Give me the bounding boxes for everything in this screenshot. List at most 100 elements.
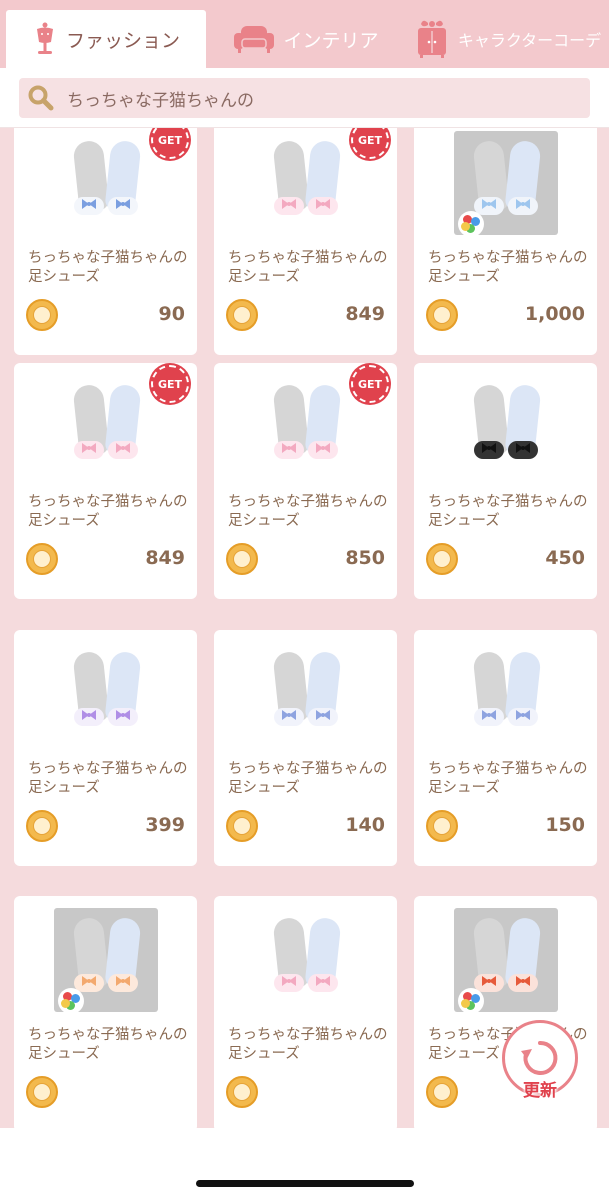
- item-price: 140: [345, 814, 385, 836]
- tab-character-coordinate[interactable]: キャラクターコーデ: [406, 10, 609, 68]
- item-name: ちっちゃな子猫ちゃんの足シューズ: [28, 250, 188, 285]
- coin-icon: [226, 543, 258, 575]
- coin-icon: [226, 810, 258, 842]
- item-thumbnail: [254, 375, 358, 479]
- refresh-label: 更新: [523, 1081, 557, 1101]
- item-card[interactable]: ちっちゃな子猫ちゃんの足シューズ 1,000: [414, 128, 597, 355]
- item-thumbnail: [54, 375, 158, 479]
- item-name: ちっちゃな子猫ちゃんの足シューズ: [428, 761, 588, 796]
- bow-icon: [82, 199, 96, 209]
- bow-icon: [316, 199, 330, 209]
- item-card[interactable]: GET ちっちゃな子猫ちゃんの足シューズ 849: [214, 128, 397, 355]
- item-card[interactable]: ちっちゃな子猫ちゃんの足シューズ 399: [14, 630, 197, 866]
- item-thumbnail: [54, 131, 158, 235]
- tab-interior[interactable]: インテリア: [206, 10, 406, 68]
- search-input[interactable]: ちっちゃな子猫ちゃんの: [19, 78, 590, 118]
- get-badge: GET: [351, 365, 389, 403]
- search-icon: [28, 85, 54, 111]
- bow-icon: [116, 199, 130, 209]
- category-tabs: ファッション インテリア キャラクターコーデ: [0, 0, 609, 68]
- item-price: 150: [545, 814, 585, 836]
- tab-label: インテリア: [283, 29, 379, 52]
- bow-icon: [116, 443, 130, 453]
- item-card[interactable]: ちっちゃな子猫ちゃんの足シューズ 450: [414, 363, 597, 599]
- item-thumbnail: [54, 642, 158, 746]
- item-price: 1,000: [524, 303, 585, 325]
- item-grid: GET ちっちゃな子猫ちゃんの足シューズ 90 GET ちっちゃな子猫ちゃんの足シューズ…: [0, 128, 609, 1128]
- item-name: ちっちゃな子猫ちゃんの足シューズ: [428, 494, 588, 529]
- coin-icon: [426, 299, 458, 331]
- bow-icon: [282, 199, 296, 209]
- bow-icon: [516, 976, 530, 986]
- item-name: ちっちゃな子猫ちゃんの足シューズ: [28, 1027, 188, 1062]
- get-badge: GET: [151, 365, 189, 403]
- item-name: ちっちゃな子猫ちゃんの足シューズ: [28, 494, 188, 529]
- item-price: 399: [145, 814, 185, 836]
- item-card[interactable]: ちっちゃな子猫ちゃんの足シューズ 150: [414, 630, 597, 866]
- bow-icon: [82, 443, 96, 453]
- wardrobe-icon: [417, 20, 446, 58]
- get-badge: GET: [151, 128, 189, 159]
- coin-icon: [226, 299, 258, 331]
- bow-icon: [516, 199, 530, 209]
- item-thumbnail: [454, 375, 558, 479]
- item-thumbnail: [254, 642, 358, 746]
- bow-icon: [316, 976, 330, 986]
- bow-icon: [482, 976, 496, 986]
- item-card[interactable]: ちっちゃな子猫ちゃんの足シューズ: [14, 896, 197, 1128]
- refresh-icon: [521, 1040, 558, 1075]
- item-name: ちっちゃな子猫ちゃんの足シューズ: [228, 1027, 388, 1062]
- item-name: ちっちゃな子猫ちゃんの足シューズ: [228, 761, 388, 796]
- bow-icon: [482, 199, 496, 209]
- bow-icon: [116, 976, 130, 986]
- item-card[interactable]: ちっちゃな子猫ちゃんの足シューズ: [214, 896, 397, 1128]
- item-name: ちっちゃな子猫ちゃんの足シューズ: [28, 761, 188, 796]
- item-card[interactable]: ちっちゃな子猫ちゃんの足シューズ 140: [214, 630, 397, 866]
- bow-icon: [116, 710, 130, 720]
- bow-icon: [316, 443, 330, 453]
- item-price: 850: [345, 547, 385, 569]
- bottom-bar: [0, 1128, 609, 1200]
- coin-icon: [426, 543, 458, 575]
- bow-icon: [516, 710, 530, 720]
- bow-icon: [482, 443, 496, 453]
- tab-label: ファッション: [65, 29, 180, 52]
- sofa-icon: [234, 26, 275, 53]
- color-palette-icon: [458, 211, 484, 237]
- item-card[interactable]: GET ちっちゃな子猫ちゃんの足シューズ 850: [214, 363, 397, 599]
- item-card[interactable]: GET ちっちゃな子猫ちゃんの足シューズ 849: [14, 363, 197, 599]
- coin-icon: [26, 299, 58, 331]
- item-price: 849: [145, 547, 185, 569]
- item-price: 450: [545, 547, 585, 569]
- coin-icon: [426, 1076, 458, 1108]
- tab-label: キャラクターコーデ: [457, 31, 602, 50]
- item-name: ちっちゃな子猫ちゃんの足シューズ: [228, 494, 388, 529]
- search-text: ちっちゃな子猫ちゃんの: [67, 90, 254, 111]
- bow-icon: [482, 710, 496, 720]
- bow-icon: [282, 976, 296, 986]
- bow-icon: [282, 710, 296, 720]
- item-thumbnail: [454, 642, 558, 746]
- coin-icon: [426, 810, 458, 842]
- search-area: ちっちゃな子猫ちゃんの: [0, 68, 609, 128]
- bow-icon: [82, 710, 96, 720]
- item-price: 90: [158, 303, 185, 325]
- bow-icon: [316, 710, 330, 720]
- get-badge: GET: [351, 128, 389, 159]
- item-card[interactable]: GET ちっちゃな子猫ちゃんの足シューズ 90: [14, 128, 197, 355]
- coin-icon: [26, 543, 58, 575]
- item-thumbnail: [254, 131, 358, 235]
- coin-icon: [26, 810, 58, 842]
- bow-icon: [82, 976, 96, 986]
- refresh-button[interactable]: 更新: [502, 1020, 578, 1102]
- item-name: ちっちゃな子猫ちゃんの足シューズ: [428, 250, 588, 285]
- home-indicator: [196, 1180, 414, 1187]
- item-name: ちっちゃな子猫ちゃんの足シューズ: [228, 250, 388, 285]
- item-thumbnail: [254, 908, 358, 1012]
- color-palette-icon: [458, 988, 484, 1014]
- bow-icon: [282, 443, 296, 453]
- tab-fashion[interactable]: ファッション: [6, 10, 206, 68]
- mannequin-icon: [36, 22, 53, 54]
- coin-icon: [26, 1076, 58, 1108]
- color-palette-icon: [58, 988, 84, 1014]
